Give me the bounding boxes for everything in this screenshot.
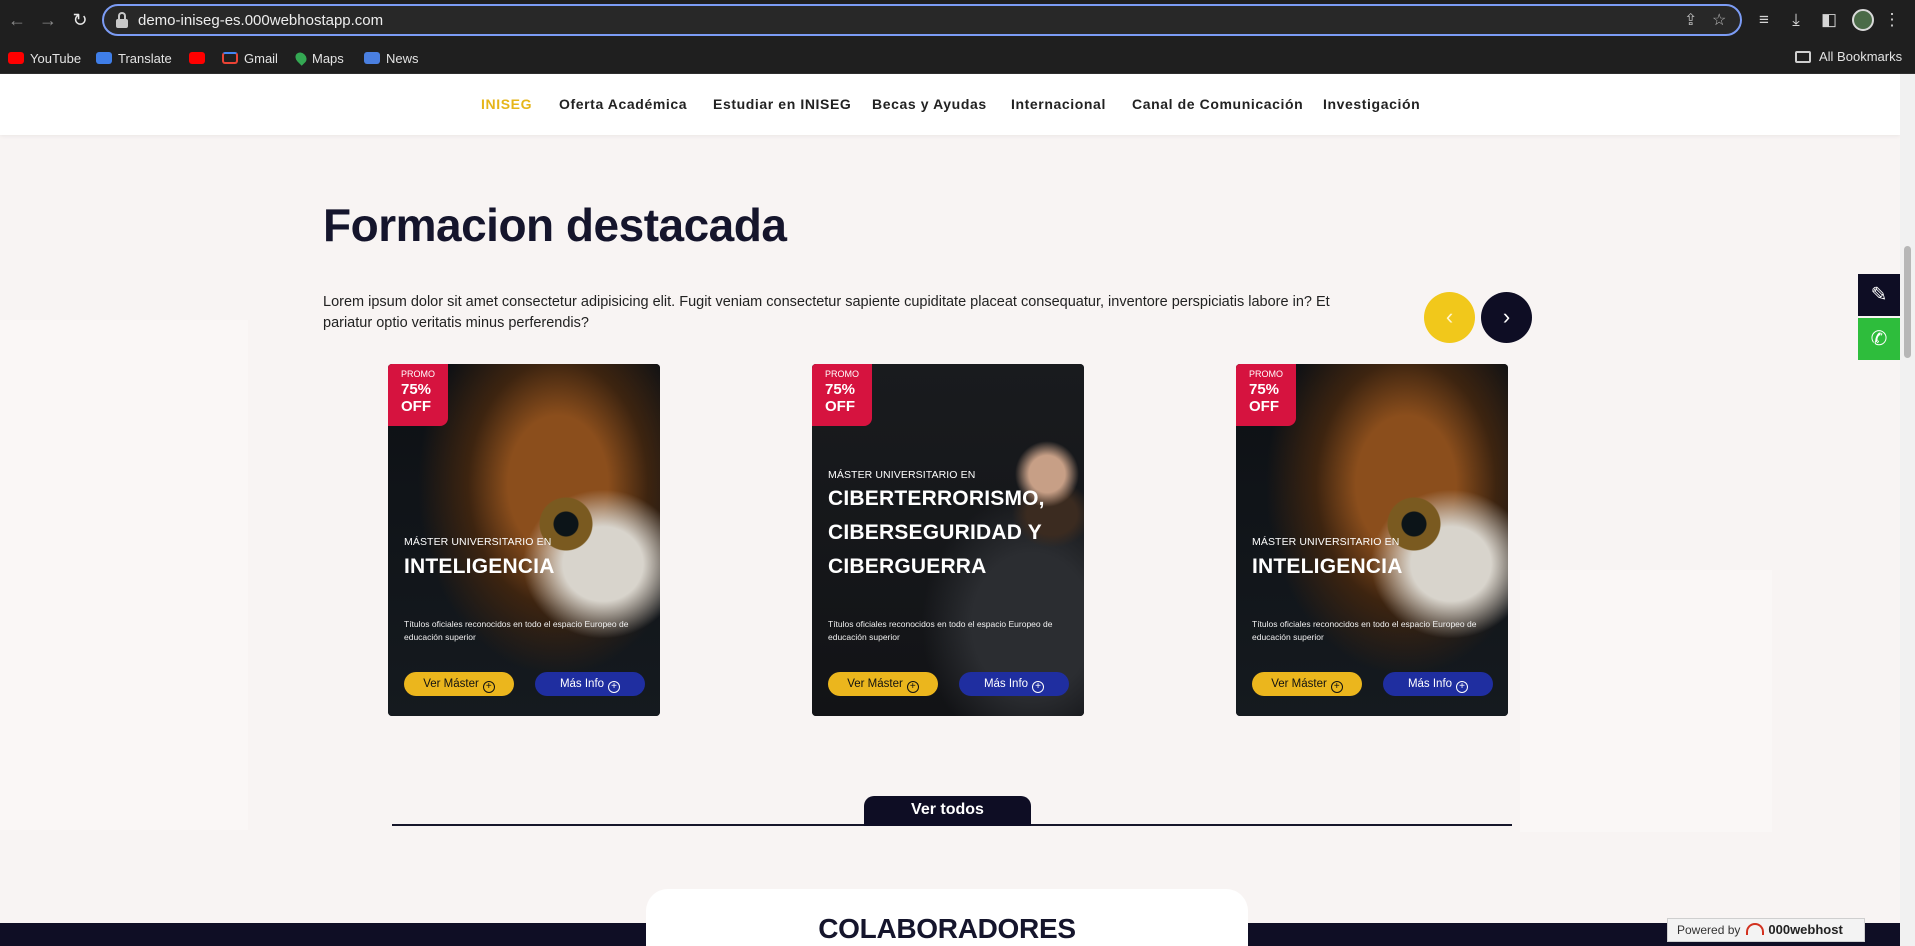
- whatsapp-button[interactable]: ✆: [1858, 318, 1900, 360]
- nav-becas[interactable]: Becas y Ayudas: [872, 96, 987, 112]
- promo-badge: PROMO 75% OFF: [1236, 364, 1296, 426]
- ver-master-button[interactable]: Ver Máster +: [1252, 672, 1362, 696]
- bookmark-star-icon[interactable]: ☆: [1712, 10, 1726, 30]
- plus-circle-icon: +: [482, 681, 495, 693]
- forward-icon[interactable]: →: [37, 9, 59, 31]
- whatsapp-icon: ✆: [1870, 328, 1888, 350]
- news-icon: [364, 52, 380, 64]
- background-panel: [1520, 570, 1772, 832]
- section-intro: Lorem ipsum dolor sit amet consectetur a…: [323, 294, 1330, 331]
- bookmarks-bar: YouTube Translate Gmail Maps News All Bo…: [0, 41, 1915, 74]
- edit-form-button[interactable]: ✎: [1858, 274, 1900, 316]
- site-nav: INISEG Oferta Académica Estudiar en INIS…: [0, 74, 1900, 135]
- back-icon[interactable]: ←: [6, 9, 28, 31]
- course-card[interactable]: PROMO 75% OFF MÁSTER UNIVERSITARIO EN IN…: [1236, 364, 1508, 716]
- bookmark-maps[interactable]: Maps: [293, 49, 344, 67]
- card-kicker: MÁSTER UNIVERSITARIO EN: [1252, 536, 1400, 548]
- card-title: INTELIGENCIA: [1252, 555, 1403, 578]
- profile-avatar[interactable]: [1852, 9, 1874, 31]
- powered-by-badge[interactable]: Powered by 000webhost: [1667, 918, 1865, 942]
- card-description: Títulos oficiales reconocidos en todo el…: [1252, 619, 1477, 642]
- card-kicker: MÁSTER UNIVERSITARIO EN: [404, 536, 552, 548]
- mas-info-button[interactable]: Más Info +: [535, 672, 645, 696]
- scrollbar-thumb[interactable]: [1904, 246, 1911, 358]
- mas-info-button[interactable]: Más Info +: [959, 672, 1069, 696]
- all-bookmarks[interactable]: All Bookmarks: [1795, 49, 1902, 64]
- carousel-prev-button[interactable]: ‹: [1424, 292, 1475, 343]
- lock-icon[interactable]: [116, 12, 128, 28]
- gmail-icon: [222, 52, 238, 64]
- nav-estudiar[interactable]: Estudiar en INISEG: [713, 96, 851, 112]
- bookmark-news[interactable]: News: [364, 49, 419, 67]
- bookmark-youtube-2[interactable]: [189, 49, 211, 67]
- edit-icon: ✎: [1870, 284, 1888, 306]
- nav-canal[interactable]: Canal de Comunicación: [1132, 96, 1303, 112]
- side-panel-icon[interactable]: ◧: [1818, 9, 1840, 31]
- youtube-icon: [189, 52, 205, 64]
- ver-todos-button[interactable]: Ver todos: [864, 796, 1031, 826]
- plus-circle-icon: +: [1032, 681, 1045, 693]
- folder-icon: [1795, 50, 1811, 63]
- plus-circle-icon: +: [906, 681, 919, 693]
- card-title-line-3: CIBERGUERRA: [828, 555, 987, 578]
- card-description: Títulos oficiales reconocidos en todo el…: [828, 619, 1053, 642]
- mas-info-button[interactable]: Más Info +: [1383, 672, 1493, 696]
- carousel-next-button[interactable]: ›: [1481, 292, 1532, 343]
- card-title-line-1: CIBERTERRORISMO,: [828, 487, 1045, 510]
- colaboradores-title: COLABORADORES: [818, 913, 1076, 944]
- plus-circle-icon: +: [1330, 681, 1343, 693]
- url-text[interactable]: demo-iniseg-es.000webhostapp.com: [138, 12, 383, 29]
- course-card[interactable]: PROMO 75% OFF MÁSTER UNIVERSITARIO EN CI…: [812, 364, 1084, 716]
- colaboradores-card: COLABORADORES: [646, 889, 1248, 946]
- nav-oferta-academica[interactable]: Oferta Académica: [559, 96, 687, 112]
- promo-badge: PROMO 75% OFF: [388, 364, 448, 426]
- plus-circle-icon: +: [608, 681, 621, 693]
- card-title-line-2: CIBERSEGURIDAD Y: [828, 521, 1043, 544]
- youtube-icon: [8, 52, 24, 64]
- promo-badge: PROMO 75% OFF: [812, 364, 872, 426]
- browser-toolbar: ← → ↻ demo-iniseg-es.000webhostapp.com ⇪…: [0, 0, 1915, 41]
- nav-iniseg[interactable]: INISEG: [481, 96, 532, 112]
- translate-icon: [96, 52, 112, 64]
- reload-icon[interactable]: ↻: [69, 9, 91, 31]
- plus-circle-icon: +: [1456, 681, 1469, 693]
- menu-kebab-icon[interactable]: ⋮: [1881, 9, 1903, 31]
- chevron-right-icon: ›: [1502, 304, 1511, 329]
- share-icon[interactable]: ⇪: [1684, 10, 1697, 30]
- maps-icon: [293, 50, 309, 66]
- card-kicker: MÁSTER UNIVERSITARIO EN: [828, 469, 976, 481]
- course-card[interactable]: PROMO 75% OFF MÁSTER UNIVERSITARIO EN IN…: [388, 364, 660, 716]
- card-title: INTELIGENCIA: [404, 555, 555, 578]
- 000webhost-logo-icon: [1746, 923, 1765, 935]
- nav-internacional[interactable]: Internacional: [1011, 96, 1106, 112]
- section-title: Formacion destacada: [323, 199, 787, 251]
- page-scrollbar[interactable]: [1900, 74, 1915, 946]
- bookmark-gmail[interactable]: Gmail: [222, 49, 278, 67]
- chevron-left-icon: ‹: [1445, 304, 1454, 329]
- bookmark-youtube[interactable]: YouTube: [8, 49, 81, 67]
- background-panel: [0, 320, 248, 830]
- ver-master-button[interactable]: Ver Máster +: [828, 672, 938, 696]
- download-icon[interactable]: ⤓: [1785, 9, 1807, 31]
- address-bar[interactable]: demo-iniseg-es.000webhostapp.com ⇪ ☆: [102, 4, 1742, 36]
- bookmark-translate[interactable]: Translate: [96, 49, 172, 67]
- card-description: Títulos oficiales reconocidos en todo el…: [404, 619, 629, 642]
- nav-investigacion[interactable]: Investigación: [1323, 96, 1420, 112]
- media-queue-icon[interactable]: ≡: [1753, 9, 1775, 31]
- ver-master-button[interactable]: Ver Máster +: [404, 672, 514, 696]
